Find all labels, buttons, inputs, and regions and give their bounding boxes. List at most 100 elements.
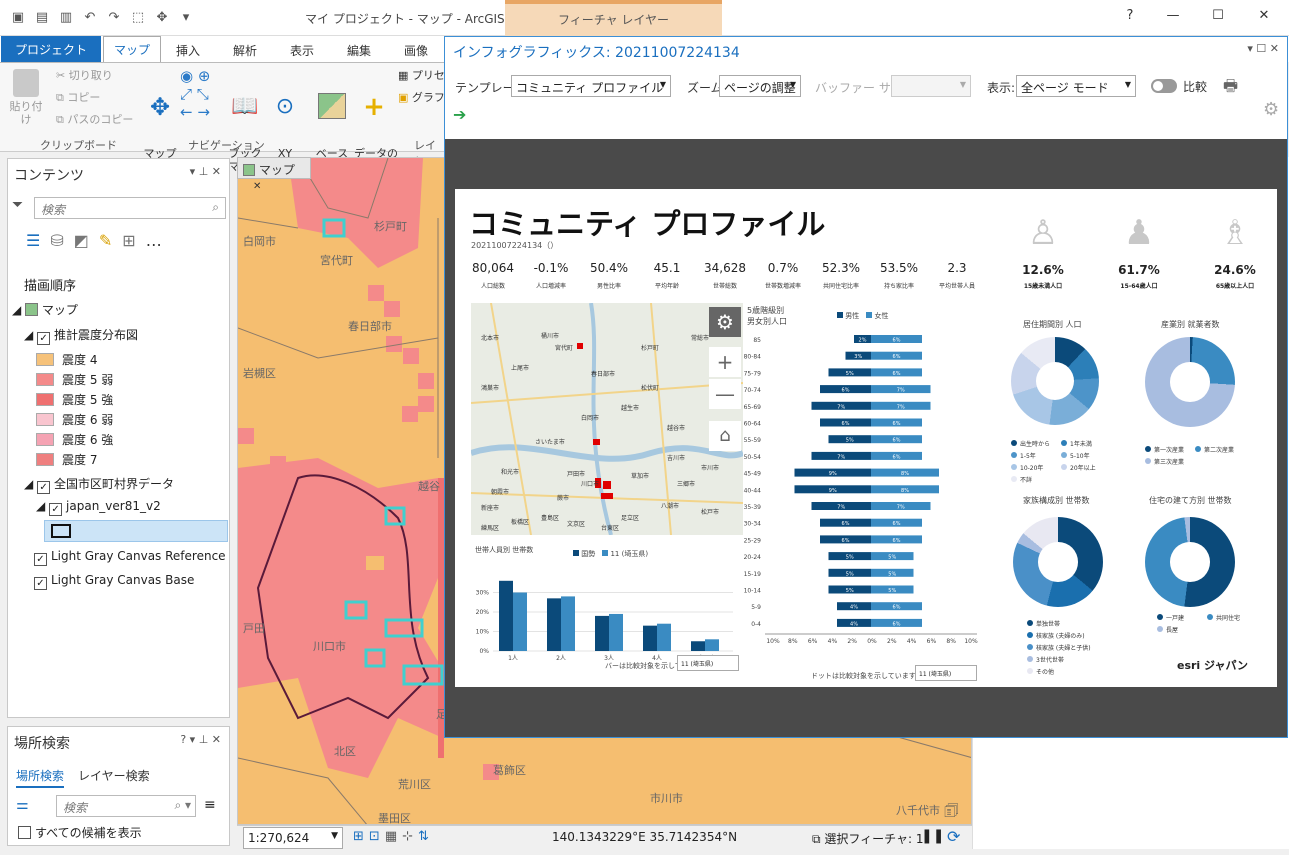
print-icon[interactable]: 🖶	[1223, 75, 1238, 102]
tab-map[interactable]: マップ	[103, 36, 162, 62]
pyramid-axis-tick: 4%	[907, 638, 917, 645]
search-icon[interactable]: ⌕ ▾	[174, 798, 191, 813]
drawing-order-icon[interactable]: ☰	[26, 231, 50, 250]
tab-edit[interactable]: 編集	[337, 38, 381, 62]
scale-selector[interactable]: 1:270,624 ▼	[243, 827, 343, 849]
pyramid-compare-dropdown[interactable]: 11 (埼玉県)	[915, 665, 977, 681]
bar-compare-dropdown[interactable]: 11 (埼玉県)	[677, 655, 739, 671]
save-icon[interactable]: ▥	[56, 8, 76, 28]
tree-item-base-layer[interactable]: ✓ Light Gray Canvas Base	[34, 573, 194, 590]
show-all-candidates[interactable]: すべての候補を表示	[18, 824, 142, 841]
new-project-icon[interactable]: ▣	[8, 8, 28, 28]
open-project-icon[interactable]: ▤	[32, 8, 52, 28]
tree-item-japan-layer[interactable]: ◢ ✓ japan_ver81_v2	[36, 499, 161, 516]
customize-icon[interactable]: ▾	[176, 8, 196, 28]
tab-analysis[interactable]: 解析	[223, 38, 267, 62]
refresh-icon[interactable]: ⟳	[947, 827, 960, 846]
pause-icon[interactable]: ❚❚	[921, 828, 944, 844]
locate-search-input[interactable]: 検索 ⌕ ▾	[56, 795, 196, 817]
correction-icon[interactable]: ⇅	[418, 829, 434, 844]
close-tab-icon[interactable]: ✕	[253, 181, 261, 192]
paste-button[interactable]: 貼り付け	[6, 69, 46, 126]
preset-button[interactable]: ▦ プリセ	[398, 69, 445, 82]
select-icon[interactable]: ⬚	[128, 8, 148, 28]
compare-toggle[interactable]	[1151, 79, 1177, 93]
filter-icon[interactable]: ⏷	[12, 197, 23, 213]
pane-options-icon[interactable]: ? ▾ ⊥ ✕	[180, 733, 221, 746]
buffer-size-dropdown[interactable]: ▼	[891, 75, 971, 97]
pane-options-icon[interactable]: ▾ ⊥ ✕	[190, 165, 221, 178]
settings-gear-icon[interactable]: ⚙	[709, 307, 741, 337]
settings-gear-icon[interactable]: ⚙	[1263, 99, 1279, 120]
tree-item-map[interactable]: ◢ マップ	[12, 301, 78, 318]
constraint-icon[interactable]: ⊹	[402, 829, 418, 844]
tree-item-intensity-layer[interactable]: ◢ ✓ 推計震度分布図	[24, 326, 138, 345]
pyramid-age-label: 10-14	[744, 588, 762, 595]
more-icon[interactable]: …	[146, 231, 172, 250]
minimize-icon[interactable]: —	[1163, 8, 1183, 28]
grid-icon[interactable]: ▦	[385, 829, 402, 844]
template-dropdown[interactable]: コミュニティ プロファイル ▼	[511, 75, 671, 97]
zoom-out-icon[interactable]: —	[709, 379, 741, 409]
tab-imagery[interactable]: 画像	[394, 38, 438, 62]
menu-icon[interactable]: ≡	[204, 797, 216, 813]
donut-legend-label: 第二次産業	[1204, 447, 1235, 454]
collapse-icon[interactable]: ◢	[24, 477, 37, 491]
stat-item: 53.5% 持ち家比率	[869, 261, 929, 290]
tab-locate[interactable]: 場所検索	[16, 767, 65, 788]
layer-visibility-checkbox[interactable]: ✓	[49, 503, 63, 516]
tab-view[interactable]: 表示	[280, 38, 324, 62]
pyramid-male-value: 6%	[842, 538, 850, 544]
layer-visibility-checkbox[interactable]: ✓	[34, 577, 47, 590]
pyramid-age-label: 50-54	[744, 454, 762, 461]
show-all-checkbox[interactable]	[18, 826, 31, 839]
stat-label: 世帯総数	[712, 283, 737, 290]
notes-icon[interactable]: 🗊	[944, 800, 959, 824]
copy-button[interactable]: ⧉ コピー	[56, 91, 100, 104]
explore-icon: ✥	[149, 93, 171, 121]
explore-icon[interactable]: ✥	[152, 8, 172, 28]
nav-tools[interactable]: ◉ ⊕ ⤢ ⤡ ← →	[180, 67, 224, 121]
tree-item-municipal-layer[interactable]: ◢ ✓ 全国市区町村界データ	[24, 475, 174, 494]
search-icon[interactable]: ⌕	[212, 200, 219, 215]
copy-path-button[interactable]: ⧉ パスのコピー	[56, 113, 133, 126]
zoom-in-icon[interactable]: +	[709, 347, 741, 377]
layer-visibility-checkbox[interactable]: ✓	[37, 481, 51, 494]
context-tab-feature-layer[interactable]: フィーチャ レイヤー	[505, 0, 722, 36]
locate-options-icon[interactable]: ⚌	[16, 797, 29, 813]
home-icon[interactable]: ⌂	[709, 421, 741, 451]
selected-symbol-row[interactable]	[44, 520, 228, 542]
close-icon[interactable]: ✕	[1254, 8, 1274, 28]
window-controls-icon[interactable]: ▾ ☐ ✕	[1247, 42, 1279, 55]
legend-dot	[1027, 620, 1033, 626]
layer-visibility-checkbox[interactable]: ✓	[34, 553, 47, 566]
report-mini-map[interactable]: 北本市 桶川市 上尾市 鴻巣市 さいたま市 川口市 草加市 越谷市 春日部市 宮代町 蕨市 戸田市 朝霞…	[471, 303, 743, 535]
tree-item-reference-layer[interactable]: ✓ Light Gray Canvas Reference	[34, 549, 226, 566]
selected-features[interactable]: ⧉ 選択フィーチャ: 1	[812, 830, 924, 847]
collapse-icon[interactable]: ◢	[24, 328, 37, 342]
maximize-icon[interactable]: ☐	[1208, 8, 1228, 28]
undo-icon[interactable]: ↶	[80, 8, 100, 28]
collapse-icon[interactable]: ◢	[12, 303, 25, 317]
data-source-icon[interactable]: ⛁	[50, 231, 73, 250]
cut-button[interactable]: ✂ 切り取り	[56, 69, 113, 82]
help-icon[interactable]: ?	[1120, 8, 1140, 28]
export-arrow-icon[interactable]: ➔	[453, 105, 466, 124]
selection-icon[interactable]: ◩	[74, 231, 99, 250]
contents-search-input[interactable]: 検索 ⌕	[34, 197, 226, 219]
tab-project[interactable]: プロジェクト	[1, 36, 101, 62]
map-view-tab[interactable]: マップ ✕	[237, 157, 311, 192]
redo-icon[interactable]: ↷	[104, 8, 124, 28]
editing-icon[interactable]: ✎	[99, 231, 122, 250]
grid-snap-icon[interactable]: ⊡	[369, 829, 385, 844]
graphic-button[interactable]: ▣ グラフ	[398, 91, 445, 104]
display-dropdown[interactable]: 全ページ モード ▼	[1016, 75, 1136, 97]
collapse-icon[interactable]: ◢	[36, 499, 49, 513]
legend-area-label: 11 (埼玉県)	[610, 550, 649, 558]
tab-layer-search[interactable]: レイヤー検索	[78, 767, 150, 784]
snapping-icon[interactable]: ⊞	[122, 231, 145, 250]
snap-icon[interactable]: ⊞	[353, 829, 369, 844]
zoom-dropdown[interactable]: ページの調整 ▼	[719, 75, 801, 97]
tab-insert[interactable]: 挿入	[166, 38, 210, 62]
layer-visibility-checkbox[interactable]: ✓	[37, 332, 51, 345]
